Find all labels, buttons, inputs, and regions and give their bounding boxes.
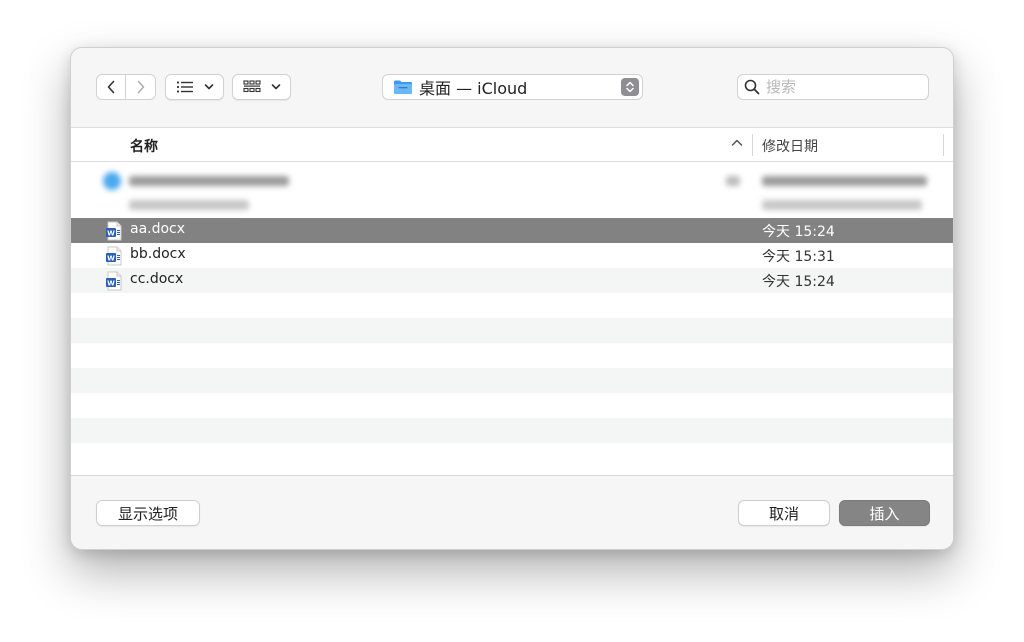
- file-modified: 今天 15:31: [762, 249, 835, 265]
- blurred-rows: [71, 162, 953, 218]
- forward-button[interactable]: [126, 74, 156, 100]
- toolbar: 桌面 — iCloud: [71, 48, 953, 127]
- column-separator[interactable]: [943, 134, 944, 156]
- grid-icon: [242, 80, 261, 93]
- empty-row: [71, 368, 953, 393]
- file-dialog: 桌面 — iCloud 名称 修改日期: [70, 47, 954, 550]
- file-name: aa.docx: [130, 221, 186, 237]
- empty-row: [71, 343, 953, 368]
- column-header: 名称 修改日期: [71, 127, 953, 162]
- empty-row: [71, 393, 953, 418]
- list-view-button[interactable]: [165, 74, 224, 100]
- empty-row: [71, 318, 953, 343]
- cancel-button[interactable]: 取消: [738, 500, 830, 526]
- empty-row: [71, 293, 953, 318]
- search-icon: [744, 79, 760, 95]
- file-modified: 今天 15:24: [762, 224, 835, 240]
- up-down-chevron-icon: [626, 81, 634, 93]
- location-label: 桌面 — iCloud: [419, 79, 528, 98]
- chevron-down-icon: [204, 84, 213, 90]
- chevron-down-icon: [271, 84, 280, 90]
- column-separator[interactable]: [752, 134, 753, 156]
- location-popup[interactable]: 桌面 — iCloud: [382, 74, 643, 100]
- search-input[interactable]: [766, 78, 916, 96]
- word-document-icon: W: [106, 221, 122, 241]
- file-row-aa[interactable]: W aa.docx 今天 15:24: [71, 218, 953, 243]
- empty-row: [71, 443, 953, 468]
- column-modified-header[interactable]: 修改日期: [762, 136, 818, 156]
- chevron-right-icon: [137, 80, 144, 94]
- folder-icon: [394, 80, 412, 94]
- location-stepper[interactable]: [621, 78, 639, 96]
- svg-text:W: W: [107, 279, 115, 287]
- file-row-bb[interactable]: W bb.docx 今天 15:31: [71, 243, 953, 268]
- svg-text:W: W: [107, 229, 115, 237]
- list-icon: [176, 81, 193, 93]
- file-modified: 今天 15:24: [762, 274, 835, 290]
- file-row-cc[interactable]: W cc.docx 今天 15:24: [71, 268, 953, 293]
- file-name: cc.docx: [130, 271, 184, 287]
- show-options-button[interactable]: 显示选项: [96, 500, 200, 526]
- grid-view-button[interactable]: [232, 74, 291, 100]
- footer: 显示选项 取消 插入: [71, 476, 953, 549]
- insert-button[interactable]: 插入: [839, 500, 930, 526]
- column-name-header[interactable]: 名称: [130, 136, 158, 156]
- navigation-buttons: [96, 74, 156, 100]
- file-name: bb.docx: [130, 246, 186, 262]
- word-document-icon: W: [106, 246, 122, 266]
- svg-text:W: W: [107, 254, 115, 262]
- word-document-icon: W: [106, 271, 122, 291]
- file-list: W aa.docx 今天 15:24 W bb.docx 今天 15:31 W …: [71, 162, 953, 476]
- search-field[interactable]: [737, 74, 929, 100]
- empty-row: [71, 418, 953, 443]
- back-button[interactable]: [96, 74, 126, 100]
- sort-ascending-icon[interactable]: [731, 138, 743, 148]
- chevron-left-icon: [107, 80, 115, 94]
